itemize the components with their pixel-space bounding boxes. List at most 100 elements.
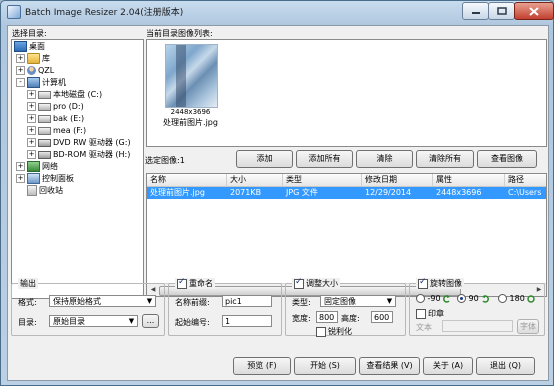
resize-checkbox[interactable] — [294, 277, 304, 289]
close-button[interactable] — [514, 2, 554, 20]
tree-item-desktop[interactable]: 桌面 — [14, 41, 45, 52]
tree-item-drive-c[interactable]: + 本地磁盘 (C:) — [27, 89, 102, 100]
add-all-button[interactable]: 添加所有 — [296, 150, 353, 168]
column-header-size[interactable]: 大小 — [227, 174, 283, 186]
rename-checkbox[interactable] — [177, 277, 187, 289]
view-image-button[interactable]: 查看图像 — [477, 150, 537, 168]
rotate-left-icon — [443, 294, 451, 303]
exit-button[interactable]: 退出 (Q) — [476, 357, 535, 375]
cell-path: C:\Users — [508, 188, 542, 197]
tree-item-label: 计算机 — [42, 78, 66, 87]
rotate-option-minus90[interactable]: -90 — [416, 294, 451, 303]
sharpen-checkbox[interactable] — [316, 326, 326, 337]
format-select[interactable]: 保持原始格式 ▼ — [49, 295, 156, 307]
cell-attributes: 2448x3696 — [436, 188, 482, 197]
minimize-button[interactable] — [462, 2, 489, 20]
font-button[interactable]: 字体 — [517, 319, 539, 334]
rotate-label: 旋转图像 — [430, 279, 462, 288]
tree-item-drive-f[interactable]: + mea (F:) — [27, 125, 86, 136]
resize-type-value: 固定图像 — [324, 297, 356, 306]
clear-all-button[interactable]: 清除所有 — [416, 150, 474, 168]
dvd-drive-icon — [38, 138, 51, 147]
start-number-label: 起始编号: — [175, 318, 210, 327]
output-group: 输出 格式: 保持原始格式 ▼ 目录: 原始目录 ▼ ... — [11, 278, 165, 336]
tree-item-drive-e[interactable]: + bak (E:) — [27, 113, 84, 124]
recycle-bin-icon — [27, 185, 37, 196]
rename-label: 重命名 — [189, 279, 213, 288]
desktop-icon — [14, 41, 27, 52]
resize-type-select[interactable]: 固定图像 ▼ — [320, 295, 396, 307]
preview-button[interactable]: 预览 (F) — [233, 357, 291, 375]
table-row[interactable]: 处理前图片.jpg 2071KB JPG 文件 12/29/2014 2448x… — [147, 187, 546, 199]
rotate-option-90[interactable]: 90 — [457, 294, 490, 303]
column-header-attributes[interactable]: 属性 — [433, 174, 505, 186]
collapse-icon[interactable]: - — [16, 78, 25, 87]
tree-item-drive-g[interactable]: + DVD RW 驱动器 (G:) — [27, 137, 131, 148]
stamp-checkbox[interactable] — [416, 308, 426, 319]
expand-icon[interactable]: + — [27, 102, 36, 111]
tree-item-label: bak (E:) — [53, 114, 85, 123]
expand-icon[interactable]: + — [27, 138, 36, 147]
browse-button[interactable]: ... — [142, 314, 159, 328]
expand-icon[interactable]: + — [27, 150, 36, 159]
stamp-option[interactable]: 印章 — [416, 308, 444, 319]
about-button[interactable]: 关于 (A) — [423, 357, 473, 375]
title-bar[interactable]: Batch Image Resizer 2.04(注册版本) — [1, 1, 554, 23]
start-number-input[interactable]: 1 — [222, 315, 272, 327]
cell-size: 2071KB — [230, 188, 262, 197]
rotate-180-label: 180 — [509, 294, 525, 303]
rename-group-title[interactable]: 重命名 — [175, 277, 215, 289]
rotate-180-radio[interactable] — [498, 294, 507, 303]
rotate-option-180[interactable]: 180 — [498, 294, 536, 303]
column-header-path[interactable]: 路径 — [505, 174, 546, 186]
start-button[interactable]: 开始 (S) — [294, 357, 356, 375]
expand-icon[interactable]: + — [16, 162, 25, 171]
directory-tree[interactable]: 桌面 + 库 + QZL - 计算机 + 本地磁盘 (C:) + pro (D:… — [11, 39, 144, 299]
rotate-minus90-radio[interactable] — [416, 294, 425, 303]
prefix-input[interactable]: pic1 — [222, 295, 272, 307]
tree-item-drive-h[interactable]: + BD-ROM 驱动器 (H:) — [27, 149, 130, 160]
maximize-button[interactable] — [488, 2, 515, 20]
stamp-text-label: 文本 — [416, 323, 432, 332]
close-icon — [529, 6, 539, 16]
tree-item-qzl[interactable]: + QZL — [16, 65, 54, 76]
add-button[interactable]: 添加 — [236, 150, 293, 168]
image-thumbnail[interactable] — [165, 44, 218, 108]
rotate-group: 旋转图像 -90 90 180 印章 文本 字体 — [409, 277, 545, 336]
expand-icon[interactable]: + — [16, 54, 25, 63]
expand-icon[interactable]: + — [27, 126, 36, 135]
tree-item-recycle-bin[interactable]: 回收站 — [27, 185, 63, 196]
expand-icon[interactable]: + — [27, 90, 36, 99]
rotate-checkbox[interactable] — [418, 277, 428, 289]
width-input[interactable]: 800 — [316, 311, 338, 323]
expand-icon[interactable]: + — [27, 114, 36, 123]
column-header-type[interactable]: 类型 — [283, 174, 362, 186]
rotate-90-radio[interactable] — [457, 294, 466, 303]
cell-date: 12/29/2014 — [365, 188, 412, 197]
stamp-text-input[interactable] — [442, 320, 513, 332]
maximize-icon — [496, 7, 507, 15]
image-preview-list[interactable]: 2448x3696 处理前图片.jpg — [146, 39, 547, 147]
column-header-name[interactable]: 名称 — [147, 174, 227, 186]
tree-item-drive-d[interactable]: + pro (D:) — [27, 101, 84, 112]
tree-item-label: 桌面 — [29, 42, 45, 51]
clear-button[interactable]: 清除 — [356, 150, 413, 168]
view-result-button[interactable]: 查看结果 (V) — [359, 357, 420, 375]
rotate-group-title[interactable]: 旋转图像 — [416, 277, 464, 289]
tree-item-label: BD-ROM 驱动器 (H:) — [53, 150, 131, 159]
tree-item-library[interactable]: + 库 — [16, 53, 50, 64]
expand-icon[interactable]: + — [16, 174, 25, 183]
tree-item-computer[interactable]: - 计算机 — [16, 77, 66, 88]
chevron-down-icon[interactable]: ▼ — [126, 316, 137, 326]
resize-group-title[interactable]: 调整大小 — [292, 277, 340, 289]
chevron-down-icon[interactable]: ▼ — [144, 296, 155, 306]
tree-item-label: DVD RW 驱动器 (G:) — [53, 138, 131, 147]
sharpen-option[interactable]: 锐利化 — [316, 326, 352, 337]
height-input[interactable]: 600 — [371, 311, 393, 323]
chevron-down-icon[interactable]: ▼ — [384, 296, 395, 306]
expand-icon[interactable]: + — [16, 66, 25, 75]
tree-item-control-panel[interactable]: + 控制面板 — [16, 173, 74, 184]
column-header-date[interactable]: 修改日期 — [362, 174, 433, 186]
tree-item-network[interactable]: + 网络 — [16, 161, 58, 172]
output-directory-select[interactable]: 原始目录 ▼ — [49, 315, 138, 327]
